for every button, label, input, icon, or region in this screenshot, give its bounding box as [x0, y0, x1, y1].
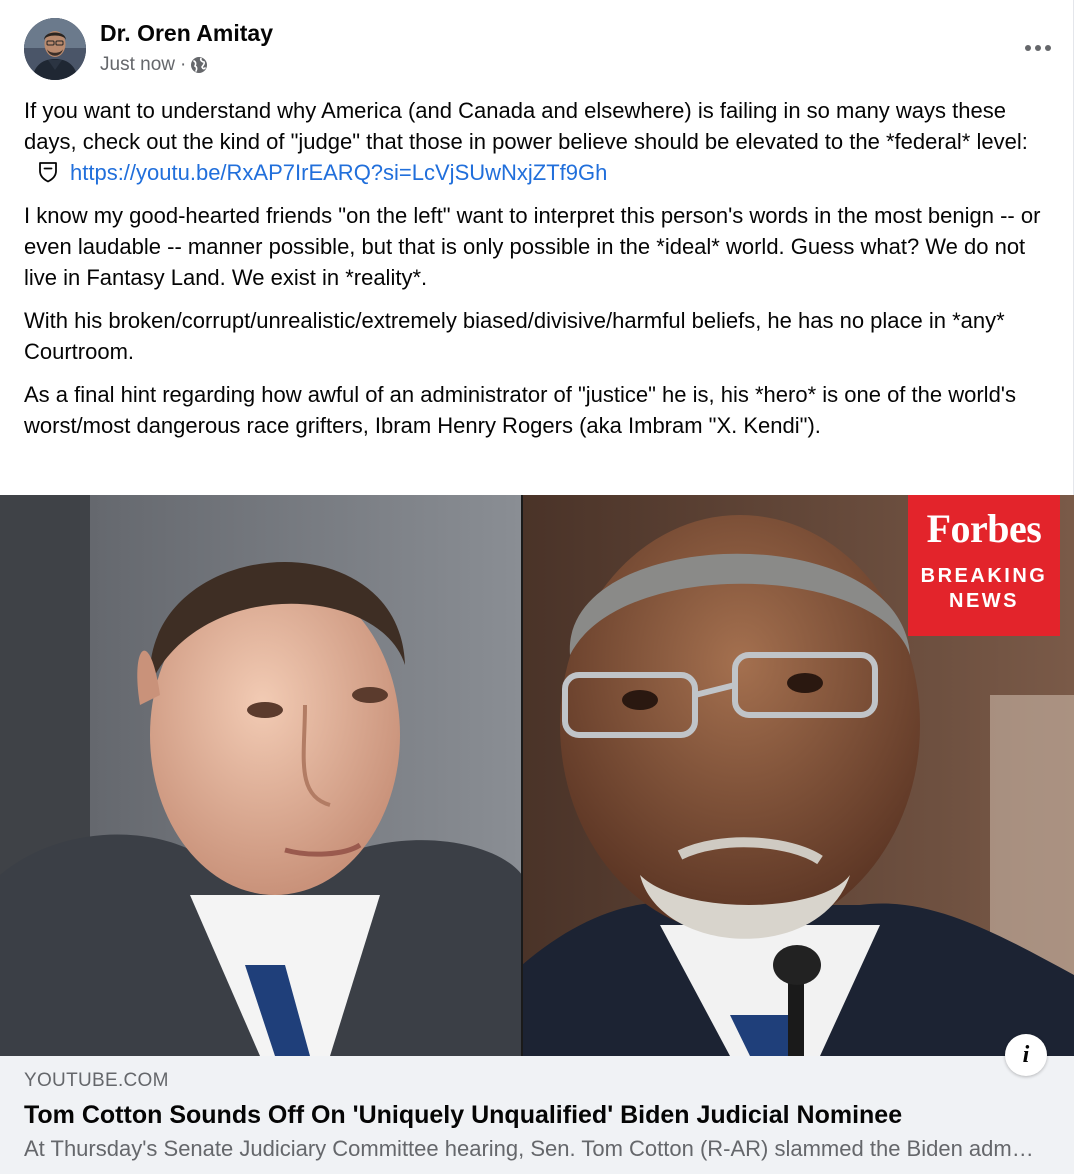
info-icon[interactable]: i	[1005, 1034, 1047, 1076]
meta-separator: ·	[179, 54, 187, 75]
link-title[interactable]: Tom Cotton Sounds Off On 'Uniquely Unqua…	[24, 1101, 1050, 1130]
avatar-image	[24, 18, 86, 80]
link-card[interactable]: YOUTUBE.COM Tom Cotton Sounds Off On 'Un…	[0, 1056, 1074, 1174]
news-label: NEWS	[949, 590, 1019, 612]
link-domain: YOUTUBE.COM	[24, 1070, 169, 1091]
facebook-post: Dr. Oren Amitay Just now · If you want t…	[0, 0, 1074, 1174]
author-name[interactable]: Dr. Oren Amitay	[100, 20, 273, 47]
link-description: At Thursday's Senate Judiciary Committee…	[24, 1136, 1034, 1161]
more-options-button[interactable]	[1018, 30, 1058, 66]
link-preview-image[interactable]: Forbes BREAKING NEWS	[0, 495, 1074, 1056]
post-timestamp[interactable]: Just now	[100, 54, 175, 76]
globe-icon[interactable]	[190, 56, 208, 74]
youtube-link[interactable]: https://youtu.be/RxAP7IrEARQ?si=LcVjSUwN…	[70, 160, 607, 185]
post-paragraph-1: If you want to understand why America (a…	[24, 95, 1054, 188]
more-options-icon	[1025, 45, 1051, 51]
post-paragraph-2: I know my good-hearted friends "on the l…	[24, 203, 1041, 290]
breaking-label: BREAKING	[920, 565, 1048, 587]
post-paragraph-4: As a final hint regarding how awful of a…	[24, 382, 1016, 438]
post-paragraph-1-text: If you want to understand why America (a…	[24, 98, 1028, 154]
post-paragraph-3: With his broken/corrupt/unrealistic/extr…	[24, 308, 1005, 364]
author-avatar[interactable]	[24, 18, 86, 80]
forbes-logo: Forbes	[926, 506, 1042, 551]
post-meta: Just now ·	[100, 53, 208, 77]
post-body: If you want to understand why America (a…	[24, 95, 1054, 441]
shield-icon	[38, 160, 58, 183]
post-header: Dr. Oren Amitay Just now ·	[24, 18, 1051, 84]
forbes-breaking-news-badge: Forbes BREAKING NEWS	[908, 495, 1060, 636]
